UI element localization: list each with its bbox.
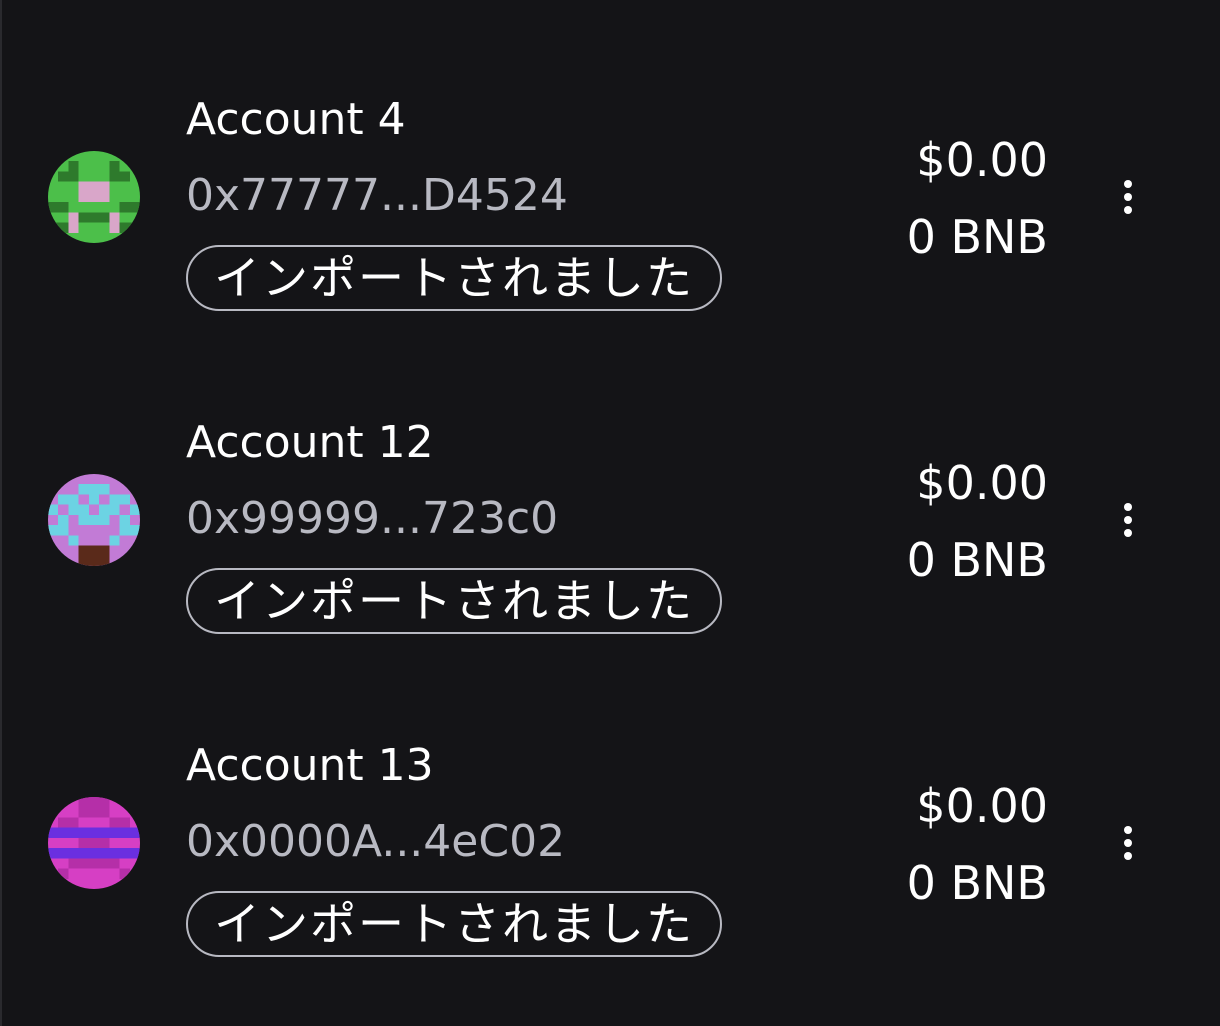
imported-badge: インポートされました <box>186 245 722 311</box>
account-list: Account 4 0x77777...D4524 インポートされました $0.… <box>2 0 1220 1026</box>
account-row[interactable]: Account 4 0x77777...D4524 インポートされました $0.… <box>2 0 1220 323</box>
account-address: 0x99999...723c0 <box>186 493 559 544</box>
kebab-menu-icon-dot <box>1124 516 1132 524</box>
kebab-menu-icon-dot <box>1124 206 1132 214</box>
kebab-menu-icon <box>1124 826 1132 834</box>
token-balance: 0 BNB <box>906 856 1048 910</box>
account-avatar-icon <box>48 797 140 889</box>
account-options-button[interactable] <box>1108 172 1148 222</box>
account-options-button[interactable] <box>1108 495 1148 545</box>
account-name: Account 4 <box>186 94 406 145</box>
kebab-menu-icon <box>1124 180 1132 188</box>
fiat-balance: $0.00 <box>916 133 1048 187</box>
imported-badge: インポートされました <box>186 891 722 957</box>
fiat-balance: $0.00 <box>916 779 1048 833</box>
account-row[interactable]: Account 13 0x0000A...4eC02 インポートされました $0… <box>2 646 1220 969</box>
account-row[interactable]: Account 12 0x99999...723c0 インポートされました $0… <box>2 323 1220 646</box>
account-address: 0x0000A...4eC02 <box>186 816 566 867</box>
kebab-menu-icon <box>1124 503 1132 511</box>
token-balance: 0 BNB <box>906 533 1048 587</box>
account-address: 0x77777...D4524 <box>186 170 568 221</box>
account-avatar-icon <box>48 151 140 243</box>
account-options-button[interactable] <box>1108 818 1148 868</box>
imported-badge: インポートされました <box>186 568 722 634</box>
account-name: Account 13 <box>186 740 434 791</box>
kebab-menu-icon-dot <box>1124 529 1132 537</box>
account-name: Account 12 <box>186 417 434 468</box>
account-avatar-icon <box>48 474 140 566</box>
token-balance: 0 BNB <box>906 210 1048 264</box>
kebab-menu-icon-dot <box>1124 852 1132 860</box>
kebab-menu-icon-dot <box>1124 193 1132 201</box>
kebab-menu-icon-dot <box>1124 839 1132 847</box>
fiat-balance: $0.00 <box>916 456 1048 510</box>
